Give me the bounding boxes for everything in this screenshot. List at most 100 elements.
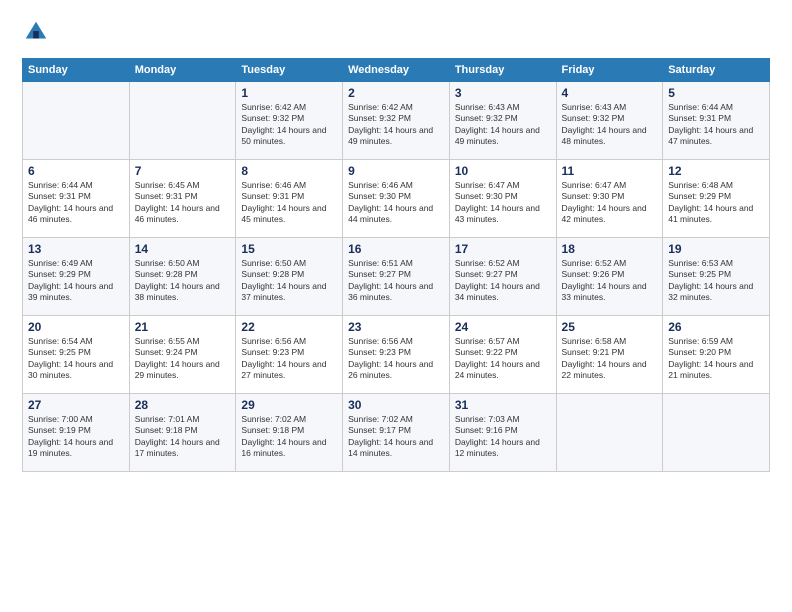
day-detail: Sunrise: 6:52 AMSunset: 9:27 PMDaylight:… [455, 258, 551, 304]
day-detail: Sunrise: 6:58 AMSunset: 9:21 PMDaylight:… [562, 336, 658, 382]
day-number: 16 [348, 242, 444, 256]
day-detail: Sunrise: 6:52 AMSunset: 9:26 PMDaylight:… [562, 258, 658, 304]
weekday-header-thursday: Thursday [449, 59, 556, 82]
calendar-cell: 27 Sunrise: 7:00 AMSunset: 9:19 PMDayligh… [23, 394, 130, 472]
day-detail: Sunrise: 7:02 AMSunset: 9:18 PMDaylight:… [241, 414, 337, 460]
weekday-header-friday: Friday [556, 59, 663, 82]
calendar-cell: 29 Sunrise: 7:02 AMSunset: 9:18 PMDayligh… [236, 394, 343, 472]
week-row-3: 13 Sunrise: 6:49 AMSunset: 9:29 PMDayligh… [23, 238, 770, 316]
day-number: 2 [348, 86, 444, 100]
day-number: 5 [668, 86, 764, 100]
calendar-cell: 18Sunrise: 6:52 AMSunset: 9:26 PMDayligh… [556, 238, 663, 316]
day-number: 17 [455, 242, 551, 256]
day-number: 26 [668, 320, 764, 334]
day-number: 19 [668, 242, 764, 256]
logo [22, 18, 54, 46]
day-number: 15 [241, 242, 337, 256]
weekday-header-saturday: Saturday [663, 59, 770, 82]
day-detail: Sunrise: 6:55 AMSunset: 9:24 PMDaylight:… [135, 336, 231, 382]
calendar-cell: 24Sunrise: 6:57 AMSunset: 9:22 PMDayligh… [449, 316, 556, 394]
calendar-cell [23, 82, 130, 160]
day-number: 21 [135, 320, 231, 334]
logo-icon [22, 18, 50, 46]
day-detail: Sunrise: 6:47 AMSunset: 9:30 PMDaylight:… [562, 180, 658, 226]
day-number: 20 [28, 320, 124, 334]
day-detail: Sunrise: 6:54 AMSunset: 9:25 PMDaylight:… [28, 336, 124, 382]
day-number: 6 [28, 164, 124, 178]
calendar-cell: 15 Sunrise: 6:50 AMSunset: 9:28 PMDayligh… [236, 238, 343, 316]
day-detail: Sunrise: 6:49 AMSunset: 9:29 PMDaylight:… [28, 258, 124, 304]
week-row-2: 6 Sunrise: 6:44 AMSunset: 9:31 PMDaylight… [23, 160, 770, 238]
calendar-cell: 5 Sunrise: 6:44 AMSunset: 9:31 PMDaylight… [663, 82, 770, 160]
day-number: 1 [241, 86, 337, 100]
calendar-cell: 3Sunrise: 6:43 AMSunset: 9:32 PMDaylight… [449, 82, 556, 160]
day-number: 11 [562, 164, 658, 178]
day-number: 28 [135, 398, 231, 412]
day-detail: Sunrise: 6:50 AMSunset: 9:28 PMDaylight:… [241, 258, 337, 304]
day-detail: Sunrise: 6:59 AMSunset: 9:20 PMDaylight:… [668, 336, 764, 382]
day-number: 29 [241, 398, 337, 412]
day-number: 31 [455, 398, 551, 412]
day-detail: Sunrise: 6:42 AMSunset: 9:32 PMDaylight:… [348, 102, 444, 148]
day-number: 13 [28, 242, 124, 256]
calendar-cell: 9 Sunrise: 6:46 AMSunset: 9:30 PMDaylight… [343, 160, 450, 238]
day-detail: Sunrise: 7:01 AMSunset: 9:18 PMDaylight:… [135, 414, 231, 460]
weekday-header-row: SundayMondayTuesdayWednesdayThursdayFrid… [23, 59, 770, 82]
day-detail: Sunrise: 7:00 AMSunset: 9:19 PMDaylight:… [28, 414, 124, 460]
day-detail: Sunrise: 7:03 AMSunset: 9:16 PMDaylight:… [455, 414, 551, 460]
day-number: 9 [348, 164, 444, 178]
calendar-cell: 28 Sunrise: 7:01 AMSunset: 9:18 PMDayligh… [129, 394, 236, 472]
day-detail: Sunrise: 6:53 AMSunset: 9:25 PMDaylight:… [668, 258, 764, 304]
weekday-header-wednesday: Wednesday [343, 59, 450, 82]
day-number: 7 [135, 164, 231, 178]
calendar-cell: 22 Sunrise: 6:56 AMSunset: 9:23 PMDayligh… [236, 316, 343, 394]
calendar-cell: 13 Sunrise: 6:49 AMSunset: 9:29 PMDayligh… [23, 238, 130, 316]
day-detail: Sunrise: 6:43 AMSunset: 9:32 PMDaylight:… [455, 102, 551, 148]
day-detail: Sunrise: 6:44 AMSunset: 9:31 PMDaylight:… [668, 102, 764, 148]
calendar-cell: 17 Sunrise: 6:52 AMSunset: 9:27 PMDayligh… [449, 238, 556, 316]
calendar-cell: 1 Sunrise: 6:42 AMSunset: 9:32 PMDaylight… [236, 82, 343, 160]
week-row-1: 1 Sunrise: 6:42 AMSunset: 9:32 PMDaylight… [23, 82, 770, 160]
day-detail: Sunrise: 6:56 AMSunset: 9:23 PMDaylight:… [241, 336, 337, 382]
header [22, 18, 770, 46]
day-number: 8 [241, 164, 337, 178]
calendar-cell: 12 Sunrise: 6:48 AMSunset: 9:29 PMDayligh… [663, 160, 770, 238]
calendar-cell: 30 Sunrise: 7:02 AMSunset: 9:17 PMDayligh… [343, 394, 450, 472]
calendar-cell: 16Sunrise: 6:51 AMSunset: 9:27 PMDayligh… [343, 238, 450, 316]
day-number: 12 [668, 164, 764, 178]
calendar-cell [556, 394, 663, 472]
calendar-cell: 2 Sunrise: 6:42 AMSunset: 9:32 PMDaylight… [343, 82, 450, 160]
day-number: 23 [348, 320, 444, 334]
calendar-cell: 25 Sunrise: 6:58 AMSunset: 9:21 PMDayligh… [556, 316, 663, 394]
day-number: 24 [455, 320, 551, 334]
day-detail: Sunrise: 6:45 AMSunset: 9:31 PMDaylight:… [135, 180, 231, 226]
calendar-cell: 7 Sunrise: 6:45 AMSunset: 9:31 PMDaylight… [129, 160, 236, 238]
week-row-4: 20 Sunrise: 6:54 AMSunset: 9:25 PMDayligh… [23, 316, 770, 394]
day-number: 22 [241, 320, 337, 334]
day-detail: Sunrise: 6:46 AMSunset: 9:31 PMDaylight:… [241, 180, 337, 226]
day-number: 30 [348, 398, 444, 412]
calendar-cell: 21 Sunrise: 6:55 AMSunset: 9:24 PMDayligh… [129, 316, 236, 394]
day-number: 25 [562, 320, 658, 334]
day-detail: Sunrise: 6:42 AMSunset: 9:32 PMDaylight:… [241, 102, 337, 148]
calendar-cell: 23 Sunrise: 6:56 AMSunset: 9:23 PMDayligh… [343, 316, 450, 394]
calendar-table: SundayMondayTuesdayWednesdayThursdayFrid… [22, 58, 770, 472]
calendar-body: 1 Sunrise: 6:42 AMSunset: 9:32 PMDaylight… [23, 82, 770, 472]
calendar-cell: 10Sunrise: 6:47 AMSunset: 9:30 PMDayligh… [449, 160, 556, 238]
calendar-cell: 20 Sunrise: 6:54 AMSunset: 9:25 PMDayligh… [23, 316, 130, 394]
calendar-cell: 11 Sunrise: 6:47 AMSunset: 9:30 PMDayligh… [556, 160, 663, 238]
day-detail: Sunrise: 6:56 AMSunset: 9:23 PMDaylight:… [348, 336, 444, 382]
calendar-cell: 8 Sunrise: 6:46 AMSunset: 9:31 PMDaylight… [236, 160, 343, 238]
calendar-cell: 4Sunrise: 6:43 AMSunset: 9:32 PMDaylight… [556, 82, 663, 160]
calendar-cell: 31 Sunrise: 7:03 AMSunset: 9:16 PMDayligh… [449, 394, 556, 472]
day-number: 4 [562, 86, 658, 100]
day-detail: Sunrise: 7:02 AMSunset: 9:17 PMDaylight:… [348, 414, 444, 460]
day-detail: Sunrise: 6:47 AMSunset: 9:30 PMDaylight:… [455, 180, 551, 226]
day-number: 27 [28, 398, 124, 412]
calendar-cell: 14Sunrise: 6:50 AMSunset: 9:28 PMDayligh… [129, 238, 236, 316]
day-detail: Sunrise: 6:44 AMSunset: 9:31 PMDaylight:… [28, 180, 124, 226]
weekday-header-sunday: Sunday [23, 59, 130, 82]
day-detail: Sunrise: 6:46 AMSunset: 9:30 PMDaylight:… [348, 180, 444, 226]
calendar-cell [129, 82, 236, 160]
day-detail: Sunrise: 6:48 AMSunset: 9:29 PMDaylight:… [668, 180, 764, 226]
